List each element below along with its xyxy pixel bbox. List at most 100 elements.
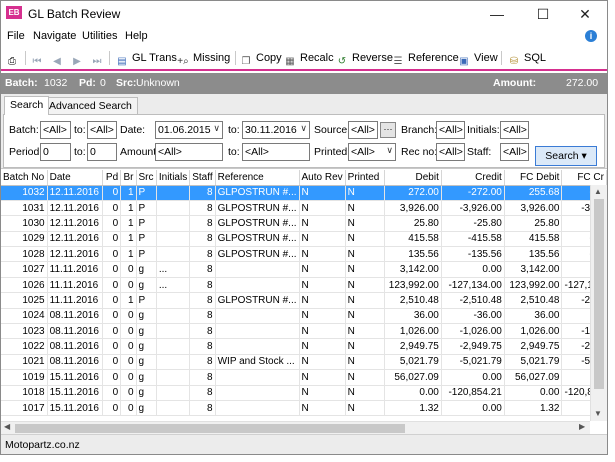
table-cell: 0	[102, 215, 122, 232]
table-row[interactable]: 1027 11.11.2016 0 0 g... 8 N N 3,142.00 0.00 3,142…	[1, 261, 607, 278]
column-header[interactable]: FC Cr	[561, 170, 607, 186]
table-row[interactable]: 1025 11.11.2016 0 1 P 8 GLPOSTRUN #... N N 2,510.…	[1, 292, 607, 309]
table-cell: -2,510.48	[441, 292, 505, 309]
gl-trans-icon: ▤	[117, 56, 127, 67]
table-row[interactable]: 101715.11.201600g8NN1.320.001.320	[1, 400, 607, 417]
view-button[interactable]: ▣ View	[457, 49, 497, 67]
maximize-button[interactable]: ☐	[521, 1, 565, 27]
last-record-button[interactable]: ⏭	[90, 49, 107, 67]
table-row[interactable]: 1026 11.11.2016 0 0 g... 8 N N 123,992.00 -127,13…	[1, 277, 607, 294]
info-icon[interactable]: i	[585, 30, 597, 42]
batch-to-field[interactable]: <All>	[87, 121, 117, 139]
column-header[interactable]: Br	[120, 170, 137, 186]
table-row[interactable]: 1030 12.11.2016 0 1 P 8 GLPOSTRUN #... N N 25.80-…	[1, 215, 607, 232]
sql-button[interactable]: ⛁ SQL	[507, 49, 546, 67]
tab-advanced-search[interactable]: Advanced Search	[43, 97, 138, 114]
column-header[interactable]: Printed	[345, 170, 386, 186]
table-row[interactable]: 1032 12.11.2016 0 1 P 8 GLPOSTRUN #... N N 272.00…	[1, 185, 607, 201]
table-cell: 1027	[1, 261, 48, 278]
table-cell	[215, 338, 300, 355]
reference-button[interactable]: ☰ Reference	[391, 49, 459, 67]
copy-button[interactable]: ❐ Copy	[239, 49, 282, 67]
table-row[interactable]: 1023 08.11.2016 0 0 g 8 N N 1,026.00 -1,026.00 1,0…	[1, 323, 607, 340]
staff-field[interactable]: <All>	[500, 143, 529, 161]
printed-select[interactable]: <All> ∨	[348, 143, 396, 161]
column-header[interactable]: Credit	[441, 170, 505, 186]
date-to-field[interactable]: 30.11.2016 ∨	[242, 121, 310, 139]
scroll-down-icon[interactable]: ▼	[594, 409, 602, 418]
next-record-button[interactable]: ▶	[70, 49, 87, 67]
source-field[interactable]: <All>	[348, 121, 378, 139]
horizontal-scrollbar[interactable]: ◀ ▶	[1, 421, 590, 434]
column-header[interactable]: FC Debit	[504, 170, 563, 186]
branch-field[interactable]: <All>	[436, 121, 465, 139]
column-header[interactable]: Initials	[156, 170, 191, 186]
table-cell: 8	[189, 215, 216, 232]
amount-to-field[interactable]: <All>	[242, 143, 310, 161]
table-cell: -120,854.21	[441, 385, 505, 401]
table-cell: 0.00	[441, 369, 505, 386]
close-button[interactable]: ✕	[563, 1, 607, 27]
gl-trans-label: GL Trans	[132, 52, 177, 64]
previous-record-button[interactable]: ◀	[50, 49, 67, 67]
column-header[interactable]: Debit	[384, 170, 442, 186]
table-cell: 36.00	[384, 308, 442, 325]
table-cell: 0	[102, 277, 122, 294]
source-lookup-button[interactable]: ···	[380, 122, 396, 138]
minimize-button[interactable]: —	[475, 1, 519, 27]
table-cell	[215, 385, 300, 401]
initials-field[interactable]: <All>	[500, 121, 529, 139]
table-row[interactable]: 1021 08.11.2016 0 0 g 8 WIP and Stock ... N N 5,0…	[1, 354, 607, 371]
column-header[interactable]: Auto Rev	[299, 170, 346, 186]
table-cell: P	[136, 200, 157, 217]
table-cell: 123,992.00	[384, 277, 442, 294]
menu-utilities[interactable]: Utilities	[82, 30, 117, 42]
recno-field[interactable]: <All>	[436, 143, 465, 161]
table-cell: 0	[102, 292, 122, 309]
table-row[interactable]: 1028 12.11.2016 0 1 P 8 GLPOSTRUN #... N N 135.56…	[1, 246, 607, 263]
table-cell	[156, 338, 191, 355]
table-cell: -272.00	[441, 185, 505, 201]
table-row[interactable]: 1029 12.11.2016 0 1 P 8 GLPOSTRUN #... N N 415.58…	[1, 231, 607, 248]
menu-help[interactable]: Help	[125, 30, 148, 42]
batch-from-field[interactable]: <All>	[40, 121, 71, 139]
horizontal-scroll-thumb[interactable]	[15, 424, 405, 433]
recalc-button[interactable]: ▦ Recalc	[283, 49, 333, 67]
menu-navigate[interactable]: Navigate	[33, 30, 76, 42]
period-to-field[interactable]: 0	[87, 143, 117, 161]
date-from-field[interactable]: 01.06.2015 ∨	[155, 121, 223, 139]
table-row[interactable]: 102408.11.201600g8NN36.00-36.0036.00-3	[1, 308, 607, 325]
menu-file[interactable]: File	[7, 30, 25, 42]
scroll-right-icon[interactable]: ▶	[579, 422, 585, 431]
scroll-left-icon[interactable]: ◀	[4, 422, 10, 431]
missing-button[interactable]: +⌕ Missing	[176, 49, 230, 67]
tab-search[interactable]: Search	[4, 96, 50, 115]
print-button[interactable]: ⎙	[5, 49, 22, 67]
date-label: Date:	[120, 124, 146, 136]
column-header[interactable]: Pd	[102, 170, 122, 186]
table-row[interactable]: 1022 08.11.2016 0 0 g 8 N N 2,949.75 -2,949.75 2,9…	[1, 338, 607, 355]
column-header[interactable]: Staff	[189, 170, 216, 186]
source-label: Source:	[314, 124, 351, 136]
table-cell: g	[136, 354, 157, 371]
amount-from-field[interactable]: <All>	[155, 143, 223, 161]
table-cell: 08.11.2016	[47, 354, 103, 371]
amount-label: Amount:	[493, 77, 537, 89]
table-row[interactable]: 1031 12.11.2016 0 1 P 8 GLPOSTRUN #... N N 3,926.…	[1, 200, 607, 217]
chevron-down-icon: ∨	[213, 123, 220, 133]
gl-trans-button[interactable]: ▤ GL Trans	[115, 49, 177, 67]
date-from-value: 01.06.2015	[158, 124, 211, 136]
first-record-button[interactable]: ⏮	[30, 49, 47, 67]
reverse-button[interactable]: ↺ Reverse	[335, 49, 393, 67]
search-button[interactable]: Search ▾	[535, 146, 597, 166]
period-from-field[interactable]: 0	[40, 143, 71, 161]
column-header[interactable]: Src	[136, 170, 157, 186]
scroll-up-icon[interactable]: ▲	[594, 187, 602, 196]
column-header[interactable]: Reference	[215, 170, 300, 186]
column-header[interactable]: Batch No	[1, 170, 48, 186]
table-row[interactable]: 1019 15.11.2016 0 0 g 8 N N 56,027.09 0.00 56,027.…	[1, 369, 607, 386]
column-header[interactable]: Date	[47, 170, 103, 186]
vertical-scrollbar[interactable]: ▲ ▼	[590, 185, 607, 421]
vertical-scroll-thumb[interactable]	[594, 199, 604, 389]
table-row[interactable]: 1018 15.11.2016 0 0 g 8 N N 0.00 -120,854.21 0.00-…	[1, 385, 607, 401]
